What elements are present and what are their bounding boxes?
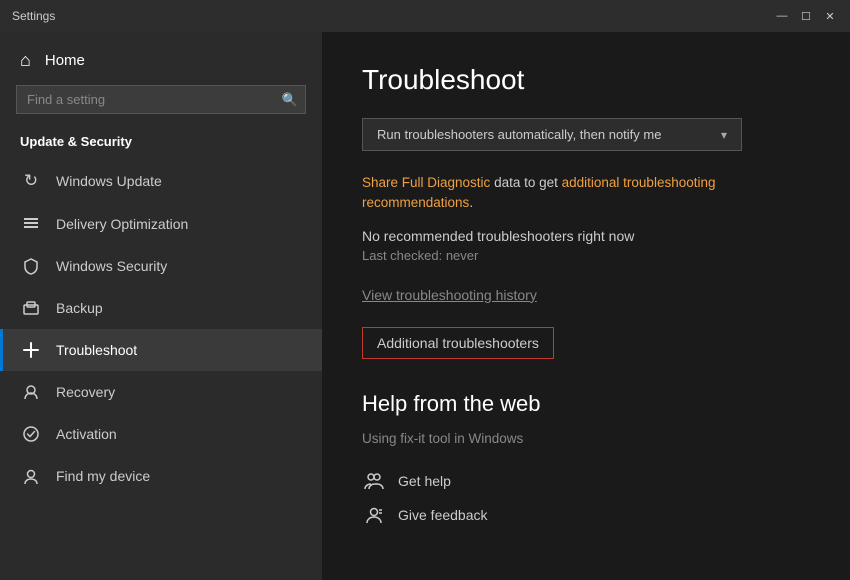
windows-security-icon: [20, 257, 42, 275]
sidebar-item-label: Windows Security: [56, 258, 167, 274]
no-troubleshooters-text: No recommended troubleshooters right now: [362, 228, 810, 244]
sidebar-section-title: Update & Security: [0, 128, 322, 159]
sidebar-home-label: Home: [45, 52, 85, 69]
get-help-item[interactable]: Get help: [362, 464, 810, 498]
search-icon: 🔍: [282, 92, 298, 108]
window-controls: — ☐ ✕: [774, 8, 838, 24]
home-icon: ⌂: [20, 50, 31, 71]
chevron-down-icon: ▾: [721, 128, 727, 142]
minimize-button[interactable]: —: [774, 8, 790, 24]
backup-icon: [20, 299, 42, 317]
sidebar-item-troubleshoot[interactable]: Troubleshoot: [0, 329, 322, 371]
sidebar-item-label: Activation: [56, 426, 117, 442]
sidebar-item-windows-security[interactable]: Windows Security: [0, 245, 322, 287]
sidebar-item-windows-update[interactable]: ↻ Windows Update: [0, 159, 322, 203]
page-title: Troubleshoot: [362, 64, 810, 96]
sidebar: ⌂ Home 🔍 Update & Security ↻ Windows Upd…: [0, 32, 322, 580]
maximize-button[interactable]: ☐: [798, 8, 814, 24]
sidebar-home[interactable]: ⌂ Home: [0, 32, 322, 85]
sidebar-item-label: Find my device: [56, 468, 150, 484]
sidebar-item-label: Delivery Optimization: [56, 216, 188, 232]
delivery-optimization-icon: [20, 215, 42, 233]
main-panel: Troubleshoot Run troubleshooters automat…: [322, 32, 850, 580]
troubleshooter-dropdown[interactable]: Run troubleshooters automatically, then …: [362, 118, 742, 151]
dropdown-label: Run troubleshooters automatically, then …: [377, 127, 661, 142]
app-title: Settings: [12, 9, 55, 23]
last-checked-text: Last checked: never: [362, 248, 810, 263]
help-description: Using fix-it tool in Windows: [362, 431, 810, 446]
titlebar: Settings — ☐ ✕: [0, 0, 850, 32]
get-help-icon: [362, 471, 386, 491]
get-help-label: Get help: [398, 473, 451, 489]
sidebar-item-delivery-optimization[interactable]: Delivery Optimization: [0, 203, 322, 245]
recovery-icon: [20, 383, 42, 401]
sidebar-item-label: Backup: [56, 300, 103, 316]
activation-icon: [20, 425, 42, 443]
troubleshoot-icon: [20, 341, 42, 359]
search-input[interactable]: [16, 85, 306, 114]
sidebar-item-backup[interactable]: Backup: [0, 287, 322, 329]
view-history-link[interactable]: View troubleshooting history: [362, 287, 810, 303]
sidebar-item-label: Recovery: [56, 384, 115, 400]
find-my-device-icon: [20, 467, 42, 485]
give-feedback-item[interactable]: Give feedback: [362, 498, 810, 532]
diagnostic-link[interactable]: Share Full Diagnostic: [362, 175, 490, 190]
sidebar-item-label: Troubleshoot: [56, 342, 137, 358]
sidebar-item-find-my-device[interactable]: Find my device: [0, 455, 322, 497]
additional-troubleshooters-button[interactable]: Additional troubleshooters: [362, 327, 554, 359]
windows-update-icon: ↻: [20, 171, 42, 191]
sidebar-item-activation[interactable]: Activation: [0, 413, 322, 455]
sidebar-item-label: Windows Update: [56, 173, 162, 189]
give-feedback-label: Give feedback: [398, 507, 488, 523]
diagnostic-section: Share Full Diagnostic data to get additi…: [362, 173, 810, 214]
app-body: ⌂ Home 🔍 Update & Security ↻ Windows Upd…: [0, 32, 850, 580]
help-section-title: Help from the web: [362, 391, 810, 417]
close-button[interactable]: ✕: [822, 8, 838, 24]
sidebar-item-recovery[interactable]: Recovery: [0, 371, 322, 413]
give-feedback-icon: [362, 505, 386, 525]
search-box: 🔍: [16, 85, 306, 114]
